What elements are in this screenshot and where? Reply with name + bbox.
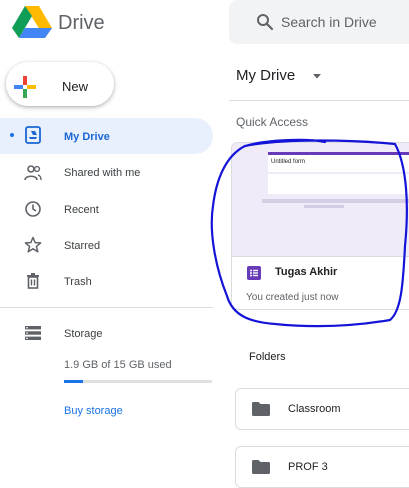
folder-item-prof-3[interactable]: PROF 3 [235,446,409,488]
buy-storage-link[interactable]: Buy storage [64,405,123,417]
form-thumb-question [268,174,409,194]
file-meta: You created just now [246,292,339,303]
sidebar-item-label: Storage [64,328,103,340]
folder-icon [252,460,270,474]
google-forms-icon [247,266,261,280]
quick-access-card[interactable]: Untitled form Tugas Akhir You created ju… [231,142,409,310]
sidebar-item-label: Shared with me [64,167,141,179]
storage-progress-fill [64,380,83,383]
file-thumbnail: Untitled form [232,143,409,257]
active-indicator [10,133,14,137]
form-thumb-footer [262,199,409,203]
sidebar-item-label: My Drive [64,131,110,143]
form-thumb-title: Untitled form [268,155,409,172]
recent-icon [25,201,41,217]
sidebar-item-label: Starred [64,240,101,252]
folder-label: Classroom [288,403,341,415]
sidebar-item-label: Recent [64,204,99,216]
search-input[interactable]: Search in Drive [281,14,377,30]
drive-logo-icon[interactable] [12,6,52,38]
new-button-label: New [62,79,89,94]
form-thumb-footer [304,205,344,208]
page-title[interactable]: My Drive [236,66,295,86]
sidebar-item-label: Trash [64,276,92,288]
plus-icon [14,76,36,98]
folder-icon [252,402,270,416]
shared-with-me-icon [24,165,42,181]
storage-used-text: 1.9 GB of 15 GB used [64,359,172,371]
folder-item-classroom[interactable]: Classroom [235,388,409,430]
sidebar-divider [0,307,213,308]
star-icon [24,236,42,253]
main-divider [229,100,409,101]
trash-icon [27,273,39,289]
search-icon[interactable] [256,13,274,31]
caret-down-icon[interactable] [312,71,322,81]
storage-icon [25,326,41,340]
file-name: Tugas Akhir [275,266,338,278]
my-drive-icon [25,126,41,144]
folders-title: Folders [249,351,286,363]
storage-progress-track [64,380,212,383]
folder-label: PROF 3 [288,461,328,473]
quick-access-title: Quick Access [236,115,309,129]
app-brand[interactable]: Drive [58,11,105,35]
